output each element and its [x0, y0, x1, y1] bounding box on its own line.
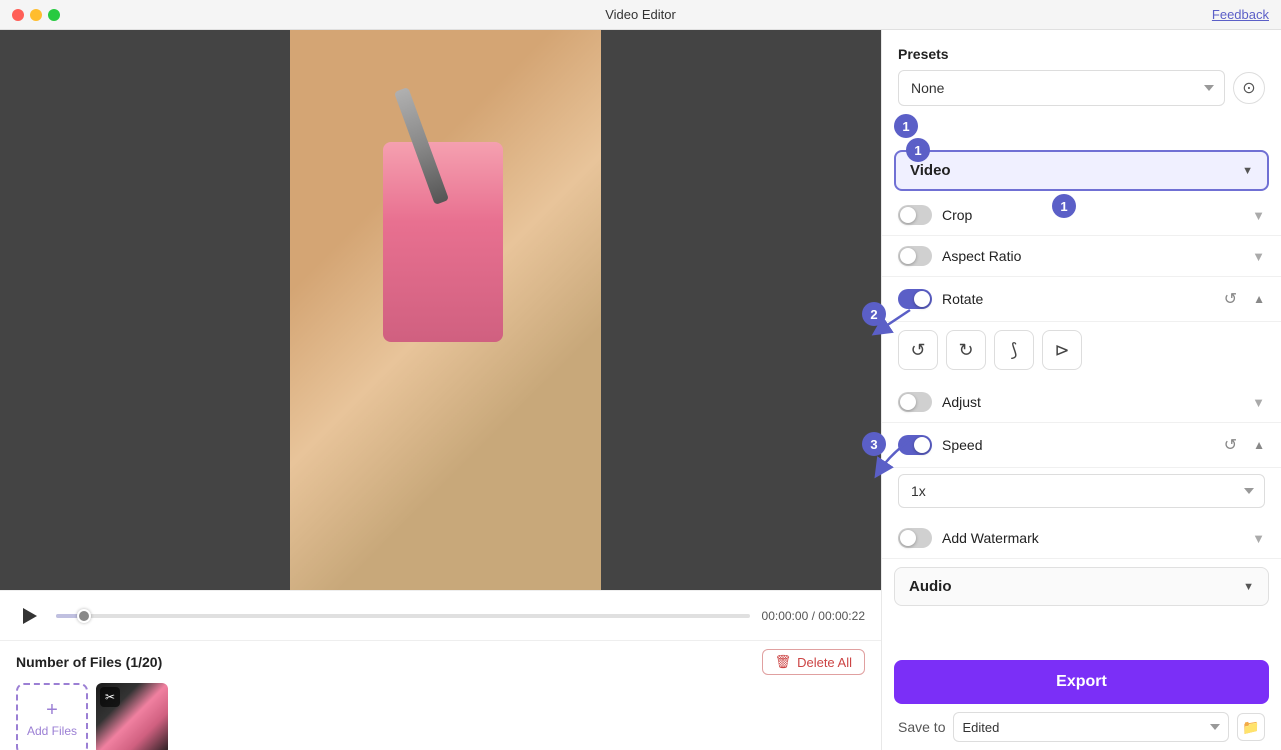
- video-center: [290, 30, 601, 590]
- crop-label: Crop: [942, 207, 1242, 223]
- delete-all-label: Delete All: [797, 655, 852, 670]
- file-strip: Number of Files (1/20) 🗑 Delete All + Ad…: [0, 640, 881, 750]
- aspect-ratio-row[interactable]: Aspect Ratio ▼: [882, 236, 1281, 277]
- speed-reset-icon[interactable]: ↺: [1218, 433, 1243, 457]
- title-bar: Video Editor Feedback: [0, 0, 1281, 30]
- adjust-label: Adjust: [942, 394, 1242, 410]
- rotate-label: Rotate: [942, 291, 1208, 307]
- adjust-toggle-knob: [900, 394, 916, 410]
- time-display: 00:00:00 / 00:00:22: [762, 609, 865, 623]
- rotate-buttons-container: ↺ ↻ ⟆ ⊳: [882, 322, 1281, 382]
- file-strip-header: Number of Files (1/20) 🗑 Delete All: [16, 649, 865, 675]
- adjust-toggle[interactable]: [898, 392, 932, 412]
- save-to-label: Save to: [898, 719, 945, 735]
- crop-toggle[interactable]: [898, 205, 932, 225]
- folder-button[interactable]: 📁: [1237, 713, 1265, 741]
- presets-row: None Preset 1 Preset 2 ⊙: [898, 70, 1265, 106]
- watermark-toggle[interactable]: [898, 528, 932, 548]
- traffic-lights: [12, 9, 60, 21]
- video-product: [383, 142, 503, 342]
- maximize-button[interactable]: [48, 9, 60, 21]
- aspect-ratio-toggle-knob: [900, 248, 916, 264]
- video-controls: 00:00:00 / 00:00:22: [0, 590, 881, 640]
- video-hand-bg: [290, 30, 601, 590]
- file-count: Number of Files (1/20): [16, 654, 162, 670]
- step-badge-1-overlay: 1: [906, 138, 930, 162]
- export-area: Export Save to Edited Downloads 📁: [882, 648, 1281, 750]
- play-icon: [23, 608, 37, 624]
- more-options-button[interactable]: ⊙: [1233, 72, 1265, 104]
- rotate-collapse-icon[interactable]: ▲: [1253, 292, 1265, 306]
- progress-thumb[interactable]: [77, 609, 91, 623]
- progress-track[interactable]: [56, 614, 750, 618]
- save-to-select[interactable]: Edited Downloads: [953, 712, 1229, 742]
- rotate-toggle-knob: [914, 291, 930, 307]
- save-to-row: Save to Edited Downloads 📁: [894, 712, 1269, 742]
- video-dropdown-icon: ▼: [1242, 165, 1253, 177]
- adjust-row[interactable]: Adjust ▼: [882, 382, 1281, 423]
- file-thumbnails: + Add Files ✂: [16, 683, 865, 750]
- aspect-ratio-toggle[interactable]: [898, 246, 932, 266]
- trash-icon: 🗑: [775, 654, 792, 670]
- add-plus-icon: +: [46, 700, 58, 720]
- speed-label: Speed: [942, 437, 1208, 453]
- crop-row[interactable]: Crop ▼: [882, 195, 1281, 236]
- audio-dropdown-icon: ▼: [1243, 581, 1254, 593]
- aspect-ratio-label: Aspect Ratio: [942, 248, 1242, 264]
- flip-h-button[interactable]: ⊳: [1042, 330, 1082, 370]
- more-icon: ⊙: [1242, 78, 1255, 98]
- feedback-link[interactable]: Feedback: [1212, 7, 1269, 22]
- video-section-title: Video: [910, 162, 1234, 179]
- export-button[interactable]: Export: [894, 660, 1269, 704]
- speed-row[interactable]: Speed ↺ ▲: [882, 423, 1281, 468]
- watermark-toggle-knob: [900, 530, 916, 546]
- play-button[interactable]: [16, 602, 44, 630]
- speed-select[interactable]: 1x 0.5x 1.5x 2x: [898, 474, 1265, 508]
- crop-chevron-icon: ▼: [1252, 208, 1265, 223]
- scissors-icon: ✂: [100, 687, 120, 707]
- flip-v-button[interactable]: ⟆: [994, 330, 1034, 370]
- main-content: 00:00:00 / 00:00:22 Number of Files (1/2…: [0, 30, 1281, 750]
- rotate-toggle[interactable]: [898, 289, 932, 309]
- step-badge-1: 1: [894, 114, 918, 138]
- speed-toggle-knob: [914, 437, 930, 453]
- audio-section-header[interactable]: Audio ▼: [894, 567, 1269, 606]
- folder-icon: 📁: [1242, 719, 1259, 736]
- watermark-row[interactable]: Add Watermark ▼: [882, 518, 1281, 559]
- close-button[interactable]: [12, 9, 24, 21]
- video-right-dark: [601, 30, 881, 590]
- add-files-button[interactable]: + Add Files: [16, 683, 88, 750]
- speed-toggle[interactable]: [898, 435, 932, 455]
- presets-select[interactable]: None Preset 1 Preset 2: [898, 70, 1225, 106]
- watermark-label: Add Watermark: [942, 530, 1242, 546]
- current-time: 00:00:00: [762, 609, 809, 623]
- thumbnail-item-1[interactable]: ✂: [96, 683, 168, 750]
- right-panel: Presets None Preset 1 Preset 2 ⊙ 1 1 Vid…: [881, 30, 1281, 750]
- aspect-ratio-chevron-icon: ▼: [1252, 249, 1265, 264]
- rotate-row[interactable]: 2 Rotate ↺ ▲: [882, 277, 1281, 322]
- left-panel: 00:00:00 / 00:00:22 Number of Files (1/2…: [0, 30, 881, 750]
- audio-section-title: Audio: [909, 578, 1235, 595]
- adjust-chevron-icon: ▼: [1252, 395, 1265, 410]
- presets-label: Presets: [898, 46, 1265, 62]
- progress-bar-container: [56, 614, 750, 618]
- rotate-ccw-button[interactable]: ↺: [898, 330, 938, 370]
- video-left-dark: [0, 30, 290, 590]
- watermark-chevron-icon: ▼: [1252, 531, 1265, 546]
- add-files-label: Add Files: [27, 724, 77, 738]
- presets-section: Presets None Preset 1 Preset 2 ⊙: [882, 30, 1281, 114]
- time-separator: /: [812, 609, 815, 623]
- minimize-button[interactable]: [30, 9, 42, 21]
- video-section-header[interactable]: 1 Video ▼: [894, 150, 1269, 191]
- rotate-cw-button[interactable]: ↻: [946, 330, 986, 370]
- crop-toggle-knob: [900, 207, 916, 223]
- app-title: Video Editor: [605, 7, 676, 22]
- total-time: 00:00:22: [818, 609, 865, 623]
- rotate-reset-icon[interactable]: ↺: [1218, 287, 1243, 311]
- delete-all-button[interactable]: 🗑 Delete All: [762, 649, 865, 675]
- speed-collapse-icon[interactable]: ▲: [1253, 438, 1265, 452]
- video-frame: [0, 30, 881, 590]
- video-preview: [0, 30, 881, 590]
